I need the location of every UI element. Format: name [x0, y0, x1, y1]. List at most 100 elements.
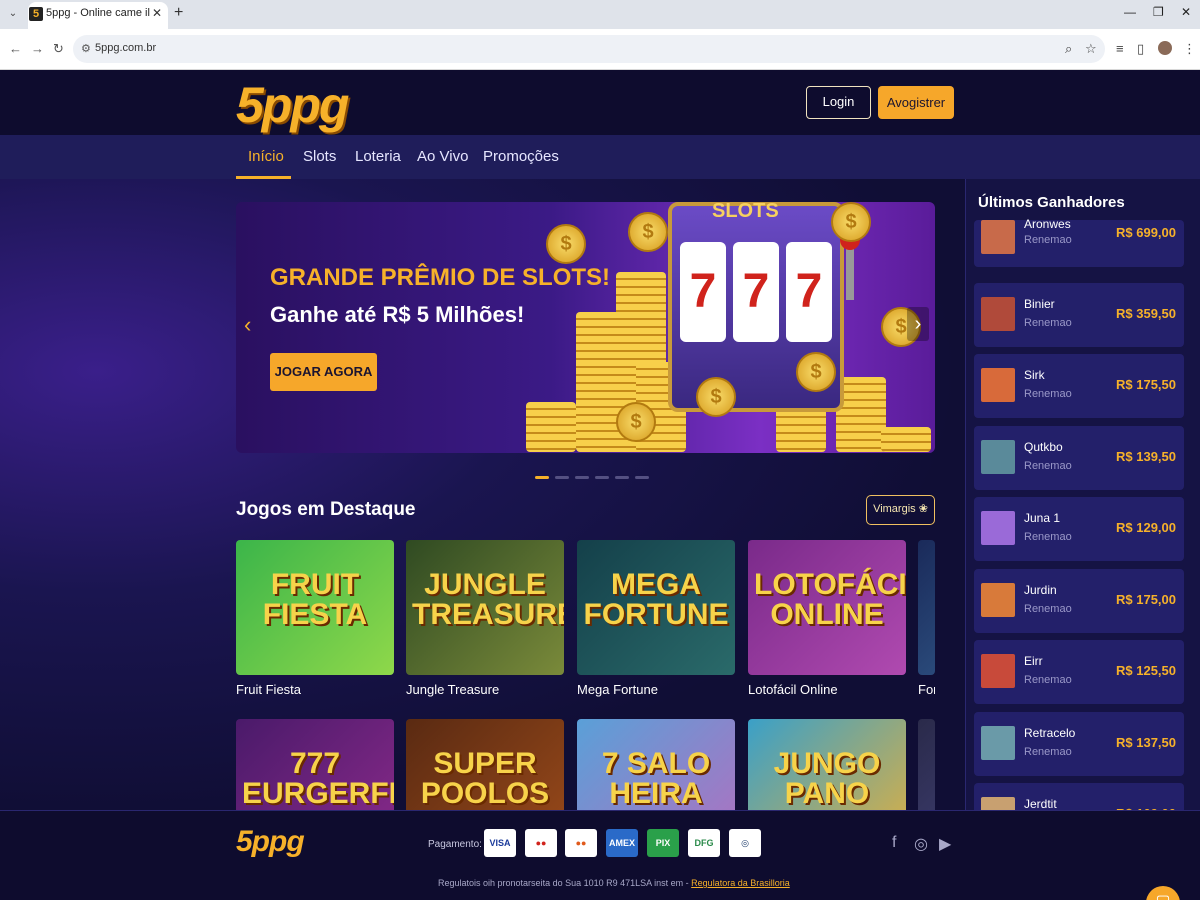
winners-sidebar: Últimos Ganhadores Aronwes Renemao R$ 699,…: [965, 179, 1200, 847]
play-now-button[interactable]: JOGAR AGORA: [270, 353, 377, 391]
pagination-dot[interactable]: [615, 476, 629, 479]
side-panel-icon[interactable]: ▯: [1137, 41, 1144, 57]
back-icon[interactable]: ←: [9, 41, 22, 56]
winner-avatar: [981, 654, 1015, 688]
visa-icon: VISA: [484, 829, 516, 857]
nav-loteria[interactable]: Loteria: [355, 148, 401, 165]
site-footer: 5ppg Pagamento: VISA ●● ●● AMEX PIX DFG …: [0, 810, 1200, 900]
chat-icon[interactable]: ▢: [1146, 886, 1180, 900]
banner-prev-icon[interactable]: ‹: [244, 312, 251, 338]
media-icon[interactable]: ≡: [1116, 41, 1124, 56]
game-art-title: JUNGLE TREASURE: [412, 568, 564, 631]
pagination-dot[interactable]: [595, 476, 609, 479]
game-label[interactable]: Jungle Treasure: [406, 682, 499, 697]
forward-icon[interactable]: →: [31, 41, 44, 56]
nav-inicio[interactable]: Início: [248, 148, 284, 165]
reload-icon[interactable]: ↻: [53, 41, 64, 57]
winner-card: Juna 1 Renemao R$ 129,00: [974, 497, 1184, 561]
pix-icon: PIX: [647, 829, 679, 857]
winners-title: Últimos Ganhadores: [978, 194, 1125, 211]
winner-card: Binier Renemao R$ 359,50: [974, 282, 1184, 347]
nav-ao-vivo[interactable]: Ao Vivo: [417, 148, 468, 165]
pagination-dot[interactable]: [555, 476, 569, 479]
featured-title: Jogos em Destaque: [236, 499, 416, 520]
winner-avatar: [981, 725, 1015, 760]
winner-game: Renemao: [1024, 316, 1072, 329]
regulation-copy: Regulatois oih pronotarseita do Sua 1010…: [438, 878, 692, 888]
favicon-icon: 5: [29, 7, 43, 21]
footer-logo[interactable]: 5ppg: [236, 825, 305, 859]
banner-subtitle: Ganhe até R$ 5 Milhões!: [270, 302, 525, 327]
close-window-icon[interactable]: ✕: [1181, 5, 1191, 19]
close-tab-icon[interactable]: ✕: [152, 6, 162, 20]
site-header: 5ppg Login Avogistrer: [0, 70, 1200, 135]
zoom-icon[interactable]: ⌕: [1065, 41, 1072, 57]
bookmark-star-icon[interactable]: ☆: [1085, 41, 1097, 57]
reel: 7: [733, 242, 779, 342]
winner-game: Renemao: [1024, 745, 1072, 758]
winner-amount: R$ 137,50: [1116, 734, 1176, 750]
facebook-icon[interactable]: f: [892, 834, 896, 852]
menu-icon[interactable]: ⋮: [1183, 41, 1196, 57]
coin-stack: [526, 402, 576, 452]
view-more-button[interactable]: Vimargis ❀: [866, 495, 935, 525]
amex-icon: AMEX: [606, 829, 638, 857]
register-button[interactable]: Avogistrer: [878, 86, 954, 119]
winner-game: Renemao: [1024, 234, 1072, 246]
coin-icon: $: [546, 224, 586, 264]
site-logo[interactable]: 5ppg: [236, 76, 349, 134]
pagination-dot[interactable]: [575, 476, 589, 479]
regulation-text: Regulatois oih pronotarseita do Sua 1010…: [438, 878, 790, 888]
promo-banner[interactable]: ‹ GRANDE PRÊMIO DE SLOTS! Ganhe até R$ 5…: [236, 202, 935, 453]
browser-toolbar: ← → ↻ ⚙ 5ppg.com.br ⌕ ☆ ≡ ▯ ⋮: [0, 29, 1200, 70]
url-text: 5ppg.com.br: [95, 42, 157, 54]
game-tile[interactable]: MEGA FORTUNE: [577, 540, 735, 675]
game-label[interactable]: Lotofácil Online: [748, 682, 838, 697]
new-tab-icon[interactable]: +: [174, 4, 183, 22]
browser-tab[interactable]: 5 5ppg - Online came ile Brazilal ✕: [28, 2, 168, 29]
restore-icon[interactable]: ❐: [1153, 5, 1164, 19]
coin-icon: $: [796, 352, 836, 392]
nav-promocoes[interactable]: Promoções: [483, 148, 559, 165]
game-tile[interactable]: LOTOFÁCIL ONLINE: [748, 540, 906, 675]
winner-card: Retracelo Renemao R$ 137,50: [974, 711, 1184, 776]
winner-avatar: [981, 368, 1015, 402]
tab-list-dropdown[interactable]: ⌄: [4, 5, 22, 23]
winner-amount: R$ 699,00: [1116, 225, 1176, 240]
tab-title: 5ppg - Online came ile Brazilal: [46, 7, 150, 19]
winner-game: Renemao: [1024, 531, 1072, 543]
banner-next-icon[interactable]: ›: [907, 307, 929, 341]
address-bar[interactable]: ⚙ 5ppg.com.br ⌕ ☆: [73, 35, 1105, 63]
game-label[interactable]: Fruit Fiesta: [236, 682, 301, 697]
winner-name: Juna 1: [1024, 511, 1061, 525]
profile-avatar[interactable]: [1158, 41, 1172, 55]
game-label[interactable]: For: [918, 682, 935, 697]
winner-avatar: [981, 439, 1015, 474]
bank-icon: ◎: [729, 829, 761, 857]
coin-icon: $: [628, 212, 668, 252]
winner-avatar: [981, 511, 1015, 545]
main-nav: Início Slots Loteria Ao Vivo Promoções: [0, 135, 1200, 179]
regulation-link[interactable]: Regulatora da Brasilloria: [691, 878, 790, 888]
winner-avatar: [981, 296, 1015, 331]
mastercard-icon: ●●: [565, 829, 597, 857]
winner-name: Sirk: [1024, 368, 1045, 382]
pagination-dot[interactable]: [635, 476, 649, 479]
game-art-title: FRUIT FIESTA: [262, 568, 368, 631]
minimize-icon[interactable]: —: [1124, 5, 1136, 19]
winner-name: Qutkbo: [1024, 439, 1063, 454]
winner-name: Eirr: [1024, 654, 1043, 668]
winner-game: Renemao: [1024, 388, 1072, 400]
instagram-icon[interactable]: ◎: [914, 834, 928, 854]
game-tile[interactable]: FRUIT FIESTA: [236, 540, 394, 675]
nav-slots[interactable]: Slots: [303, 148, 336, 165]
coin-icon: $: [831, 202, 871, 242]
pagination-dot[interactable]: [535, 476, 549, 479]
winner-name: Aronwes: [1024, 217, 1071, 231]
game-label[interactable]: Mega Fortune: [577, 682, 658, 697]
login-button[interactable]: Login: [806, 86, 871, 119]
site-info-icon[interactable]: ⚙: [81, 42, 91, 55]
game-tile[interactable]: [918, 540, 935, 675]
game-tile[interactable]: JUNGLE TREASURE: [406, 540, 564, 675]
youtube-icon[interactable]: ▶: [939, 834, 951, 854]
